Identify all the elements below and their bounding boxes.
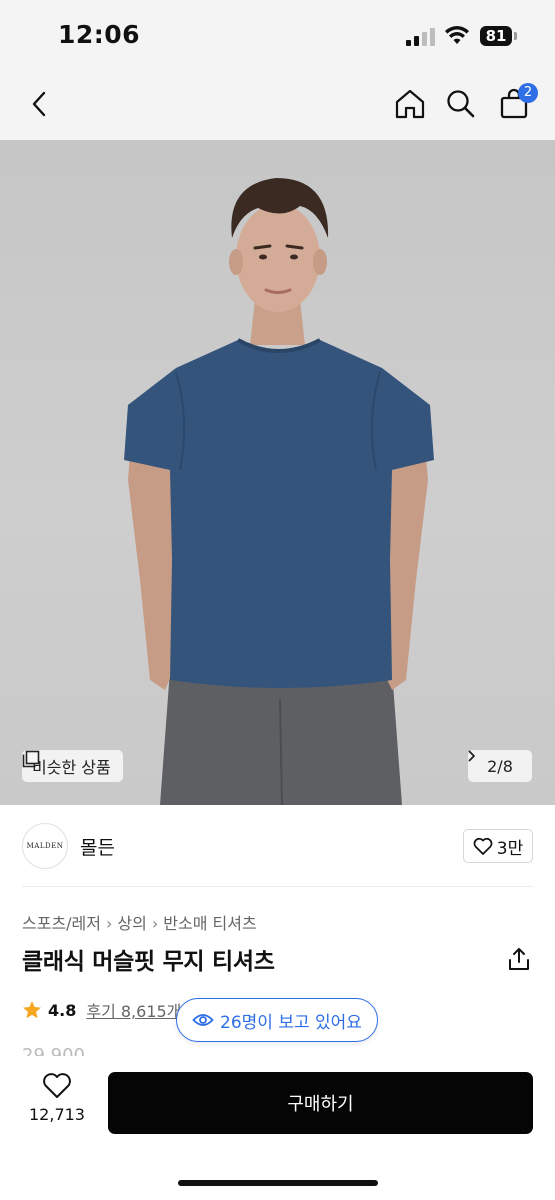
breadcrumb-separator-icon: › [151,914,159,933]
chevron-left-icon [32,91,46,117]
top-nav: 2 [0,70,555,140]
cart-button[interactable]: 2 [494,83,538,124]
viewers-text: 26명이 보고 있어요 [220,1012,362,1033]
home-button[interactable] [390,84,430,124]
similar-products-label: 비슷한 상품 [32,758,111,777]
chevron-right-icon [468,750,475,762]
battery-tip [514,32,517,40]
similar-items-icon [22,750,40,768]
review-count-link[interactable]: 후기 8,615개 [86,998,181,1022]
brand-name[interactable]: 몰든 [80,833,115,860]
image-counter-text: 2/8 [487,756,513,776]
share-button[interactable] [506,946,532,972]
breadcrumb: 스포츠/레저 › 상의 › 반소매 티셔츠 [22,910,257,934]
buy-button-label: 구매하기 [287,1094,354,1115]
search-button[interactable] [441,84,481,124]
wifi-icon [445,26,469,44]
status-time: 12:06 [58,20,141,49]
rating-row: 4.8 후기 8,615개 [22,998,181,1022]
cellular-signal-icon [406,28,436,46]
brand-like-button[interactable]: 3만 [463,829,533,863]
back-button[interactable] [20,84,60,124]
viewers-toast: 26명이 보고 있어요 [176,998,378,1042]
breadcrumb-item[interactable]: 상의 [117,914,146,933]
rating-value: 4.8 [48,1000,77,1020]
heart-icon [473,837,493,855]
brand-like-count: 3만 [496,838,524,859]
wishlist-count: 12,713 [29,1105,85,1124]
buy-button[interactable]: 구매하기 [108,1072,533,1134]
product-title: 클래식 머슬핏 무지 티셔츠 [22,949,275,975]
brand-logo[interactable]: MALDEN [22,823,68,869]
bottom-action-bar: 12,713 구매하기 [0,1058,555,1200]
star-icon [23,1001,41,1019]
home-icon [395,89,425,119]
breadcrumb-item[interactable]: 반소매 티셔츠 [163,914,256,933]
similar-products-button[interactable]: 비슷한 상품 [22,750,123,782]
home-indicator [178,1180,378,1186]
divider [22,886,533,887]
eye-icon [192,1014,214,1026]
breadcrumb-item[interactable]: 스포츠/레저 [22,914,101,933]
battery-icon: 81 [480,26,512,46]
status-bar: 12:06 81 [0,0,555,70]
search-icon [447,90,475,118]
image-counter[interactable]: 2/8 [468,750,532,782]
heart-icon [43,1073,71,1098]
wishlist-button[interactable]: 12,713 [26,1072,88,1124]
product-image-carousel[interactable]: 비슷한 상품 2/8 [0,140,555,805]
breadcrumb-separator-icon: › [106,914,113,933]
cart-count-badge: 2 [518,83,538,103]
share-icon [509,948,529,970]
model-photo [124,178,434,805]
price-partial: 29,900원 [22,1045,85,1056]
